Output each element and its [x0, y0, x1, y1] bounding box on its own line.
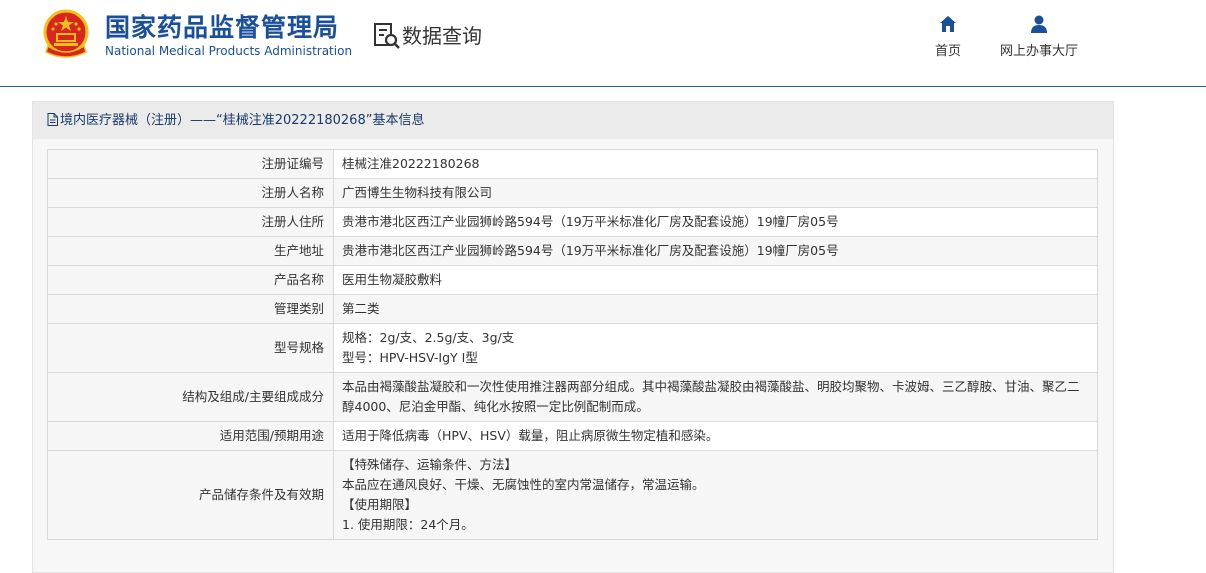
field-value-line: 本品由褐藻酸盐凝胶和一次性使用推注器两部分组成。其中褐藻酸盐凝胶由褐藻酸盐、明胶…: [342, 379, 1080, 414]
site-header: 国家药品监督管理局 National Medical Products Admi…: [0, 0, 1206, 87]
table-row: 产品储存条件及有效期 【特殊储存、运输条件、方法】本品应在通风良好、干燥、无腐蚀性…: [47, 450, 1098, 540]
field-label: 注册人住所: [47, 207, 334, 237]
table-row: 型号规格 规格：2g/支、2.5g/支、3g/支 型号：HPV-HSV-IgY Ⅰ型: [47, 323, 1098, 373]
field-value: 第二类: [333, 294, 1098, 324]
nav-home[interactable]: 首页: [928, 14, 968, 59]
field-value-line: 规格：2g/支、2.5g/支、3g/支: [342, 330, 515, 345]
table-row: 注册人名称 广西博生生物科技有限公司: [47, 178, 1098, 208]
data-query-icon: [374, 23, 400, 49]
table-row: 管理类别 第二类: [47, 294, 1098, 324]
user-icon: [1031, 15, 1047, 33]
nav-online-service-hall[interactable]: 网上办事大厅: [996, 14, 1082, 59]
field-label: 注册人名称: [47, 178, 334, 208]
table-row: 结构及组成/主要组成成分 本品由褐藻酸盐凝胶和一次性使用推注器两部分组成。其中褐藻…: [47, 372, 1098, 422]
nav-home-label: 首页: [934, 44, 961, 59]
document-icon: [47, 113, 58, 126]
field-value: 医用生物凝胶敷料: [333, 265, 1098, 295]
field-value: 贵港市港北区西江产业园狮岭路594号（19万平米标准化厂房及配套设施）19幢厂房…: [333, 236, 1098, 266]
field-value: 桂械注准20222180268: [333, 149, 1098, 179]
field-value: 本品由褐藻酸盐凝胶和一次性使用推注器两部分组成。其中褐藻酸盐凝胶由褐藻酸盐、明胶…: [333, 372, 1098, 422]
field-label: 生产地址: [47, 236, 334, 266]
field-value-line: 【使用期限】: [342, 497, 418, 512]
panel-title-text: 境内医疗器械（注册）——“桂械注准20222180268”基本信息: [60, 113, 425, 128]
table-row: 注册人住所 贵港市港北区西江产业园狮岭路594号（19万平米标准化厂房及配套设施）…: [47, 207, 1098, 237]
field-value-line: 医用生物凝胶敷料: [342, 272, 443, 287]
national-emblem-icon[interactable]: [40, 8, 92, 60]
table-row: 注册证编号 桂械注准20222180268: [47, 149, 1098, 179]
field-label: 型号规格: [47, 323, 334, 373]
field-value-line: 第二类: [342, 301, 380, 316]
home-icon: [940, 16, 956, 32]
table-row: 适用范围/预期用途 适用于降低病毒（HPV、HSV）载量，阻止病原微生物定植和感染…: [47, 421, 1098, 451]
field-value: 【特殊储存、运输条件、方法】本品应在通风良好、干燥、无腐蚀性的室内常温储存，常温…: [333, 450, 1098, 540]
field-value: 规格：2g/支、2.5g/支、3g/支 型号：HPV-HSV-IgY Ⅰ型: [333, 323, 1098, 373]
field-value-line: 贵港市港北区西江产业园狮岭路594号（19万平米标准化厂房及配套设施）19幢厂房…: [342, 214, 839, 229]
field-value-line: 贵港市港北区西江产业园狮岭路594号（19万平米标准化厂房及配套设施）19幢厂房…: [342, 243, 839, 258]
field-value-line: 本品应在通风良好、干燥、无腐蚀性的室内常温储存，常温运输。: [342, 477, 705, 492]
panel-title: 境内医疗器械（注册）——“桂械注准20222180268”基本信息: [33, 102, 1113, 139]
site-name-en[interactable]: National Medical Products Administration: [105, 44, 352, 58]
field-value: 贵港市港北区西江产业园狮岭路594号（19万平米标准化厂房及配套设施）19幢厂房…: [333, 207, 1098, 237]
field-value-line: 桂械注准20222180268: [342, 156, 480, 171]
field-label: 管理类别: [47, 294, 334, 324]
table-row: 产品名称 医用生物凝胶敷料: [47, 265, 1098, 295]
nav-online-service-hall-label: 网上办事大厅: [999, 44, 1078, 59]
field-label: 适用范围/预期用途: [47, 421, 334, 451]
table-row: 生产地址 贵港市港北区西江产业园狮岭路594号（19万平米标准化厂房及配套设施）1…: [47, 236, 1098, 266]
field-value: 广西博生生物科技有限公司: [333, 178, 1098, 208]
field-value-line: 1. 使用期限：24个月。: [342, 517, 474, 532]
field-label: 产品名称: [47, 265, 334, 295]
field-value-line: 【特殊储存、运输条件、方法】: [342, 457, 518, 472]
field-value: 适用于降低病毒（HPV、HSV）载量，阻止病原微生物定植和感染。: [333, 421, 1098, 451]
detail-panel: 境内医疗器械（注册）——“桂械注准20222180268”基本信息 注册证编号桂…: [32, 101, 1114, 573]
field-value-line: 适用于降低病毒（HPV、HSV）载量，阻止病原微生物定植和感染。: [342, 428, 719, 443]
field-value-line: 广西博生生物科技有限公司: [342, 185, 493, 200]
section-title: 数据查询: [402, 24, 482, 48]
field-value-line: 型号：HPV-HSV-IgY Ⅰ型: [342, 350, 478, 365]
field-label: 结构及组成/主要组成成分: [47, 372, 334, 422]
field-label: 产品储存条件及有效期: [47, 450, 334, 540]
info-table: 注册证编号 桂械注准20222180268 注册人名称 广西博生生物科技有限公司 注册人…: [47, 149, 1098, 540]
field-label: 注册证编号: [47, 149, 334, 179]
site-name-cn[interactable]: 国家药品监督管理局: [105, 8, 339, 44]
